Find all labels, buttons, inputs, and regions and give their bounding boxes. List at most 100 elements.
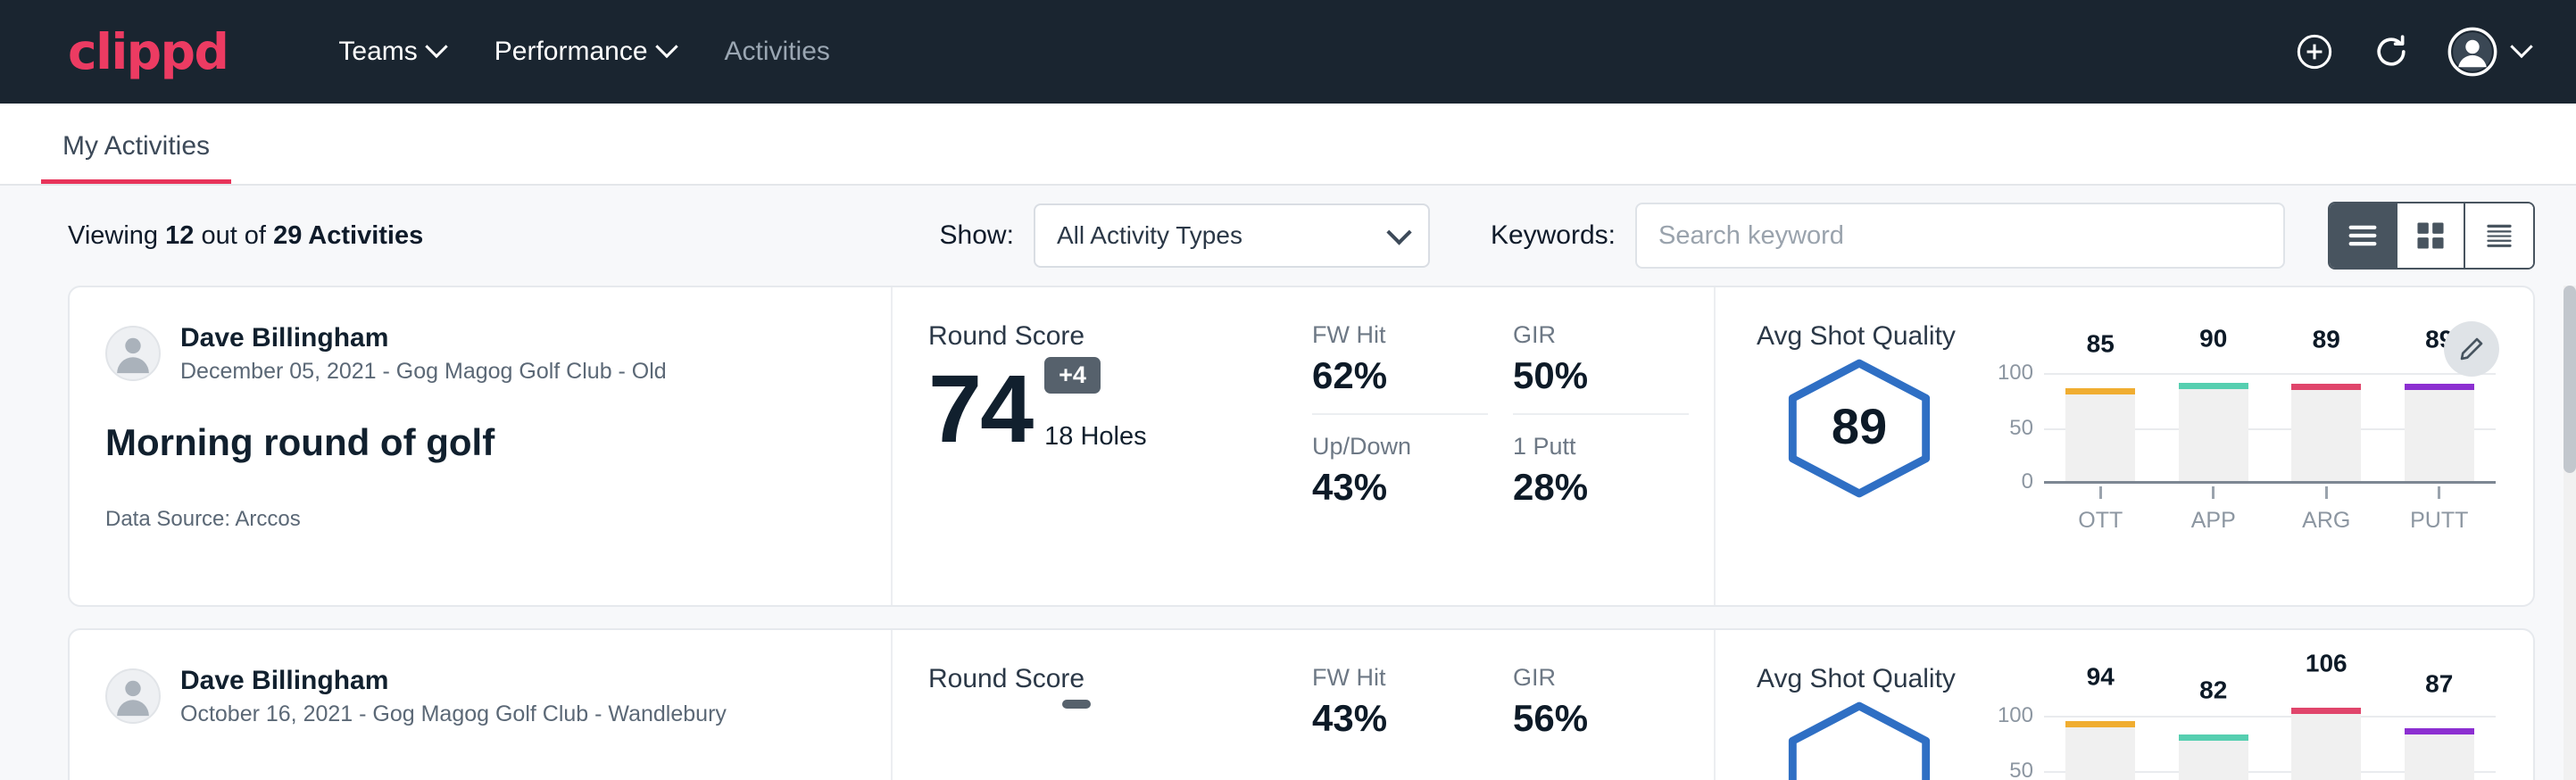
x-tick-label-app: APP [2191, 508, 2236, 534]
scrollbar-thumb[interactable] [2564, 286, 2576, 473]
avg-shot-quality-section: Avg Shot Quality 100 50 0 [1714, 630, 2533, 780]
chart-bars: 94 82 [2044, 700, 2496, 780]
y-tick-50: 50 [2009, 759, 2033, 780]
tab-my-activities[interactable]: My Activities [41, 131, 231, 184]
bar-slot-arg[interactable]: 89 [2270, 357, 2383, 481]
x-tick-label-putt: PUTT [2410, 508, 2468, 534]
nav-actions [2294, 27, 2530, 77]
keywords-group: Keywords: [1491, 203, 2285, 269]
chart-plot-area: 94 82 [2044, 700, 2496, 780]
main-nav-items: Teams Performance Activities [313, 37, 854, 67]
stat-divider [1312, 413, 1488, 415]
bar-cap-ott [2065, 388, 2135, 394]
edit-activity-button[interactable] [2444, 321, 2499, 377]
activity-title: Morning round of golf [105, 421, 855, 464]
round-score-extra: +4 18 Holes [1032, 357, 1146, 457]
y-tick-0: 0 [2022, 469, 2033, 494]
x-tick-label-arg: ARG [2302, 508, 2350, 534]
add-circle-icon[interactable] [2294, 31, 2335, 72]
avatar-icon [2447, 27, 2497, 77]
show-label: Show: [940, 220, 1014, 251]
toolbar-controls: Show: All Activity Types Keywords: [940, 202, 2535, 270]
stat-label-fw-hit: FW Hit [1312, 321, 1488, 349]
x-tick-arg: ARG [2270, 486, 2383, 534]
chevron-down-icon [425, 36, 447, 58]
viewing-count-text: Viewing 12 out of 29 Activities [68, 221, 423, 251]
bar-slot-ott[interactable]: 94 [2044, 700, 2157, 780]
bar-slot-putt[interactable]: 87 [2383, 700, 2497, 780]
stat-value-fw-hit: 62% [1312, 354, 1488, 397]
tick-mark [2099, 486, 2102, 499]
nav-item-teams-label: Teams [338, 37, 417, 67]
tick-mark [2212, 486, 2215, 499]
filter-toolbar: Viewing 12 out of 29 Activities Show: Al… [0, 186, 2576, 286]
compact-view-button[interactable] [2465, 203, 2533, 268]
bar-cap-putt [2405, 728, 2474, 734]
activity-card[interactable]: Dave Billingham December 05, 2021 - Gog … [68, 286, 2535, 607]
activity-summary: Dave Billingham October 16, 2021 - Gog M… [70, 630, 893, 780]
stat-column-right: GIR 50% 1 Putt 28% [1513, 321, 1714, 605]
page-scrollbar[interactable] [2564, 286, 2576, 780]
bar-arg [2291, 384, 2361, 481]
bar-label-putt: 87 [2425, 670, 2453, 699]
bar-slot-ott[interactable]: 85 [2044, 357, 2157, 481]
nav-item-performance[interactable]: Performance [469, 37, 700, 67]
bar-slot-app[interactable]: 82 [2157, 700, 2271, 780]
chart-axis-line [2044, 481, 2496, 484]
bar-cap-arg [2291, 708, 2361, 714]
tab-bar: My Activities [0, 104, 2576, 186]
view-mode-toggle-group [2328, 202, 2535, 270]
search-input[interactable] [1635, 203, 2285, 269]
round-score-value: 74 [928, 361, 1032, 457]
viewing-total: 29 Activities [273, 221, 423, 250]
bar-label-app: 82 [2199, 676, 2227, 705]
round-score-label: Round Score [928, 321, 1312, 352]
avg-shot-quality-section: Avg Shot Quality 89 100 50 0 [1714, 287, 2533, 605]
nav-item-performance-label: Performance [494, 37, 648, 67]
account-avatar[interactable] [2447, 27, 2530, 77]
stat-label-gir: GIR [1513, 321, 1689, 349]
nav-item-teams[interactable]: Teams [313, 37, 469, 67]
chart-y-axis: 100 50 0 [1978, 700, 2033, 780]
bar-label-app: 90 [2199, 325, 2227, 353]
bar-slot-app[interactable]: 90 [2157, 357, 2271, 481]
activity-type-select[interactable]: All Activity Types [1034, 203, 1430, 268]
avg-shot-quality-label: Avg Shot Quality [1757, 664, 2533, 694]
avg-shot-quality-label: Avg Shot Quality [1757, 321, 2533, 352]
holes-played: 18 Holes [1044, 422, 1146, 452]
chart-plot-area: 85 90 [2044, 357, 2496, 484]
keywords-label: Keywords: [1491, 220, 1616, 251]
stat-label-up-down: Up/Down [1312, 433, 1488, 461]
activity-meta: October 16, 2021 - Gog Magog Golf Club -… [180, 700, 727, 729]
shot-quality-bar-chart: 100 50 0 94 [1978, 700, 2496, 780]
nav-item-activities-label: Activities [725, 37, 830, 67]
activities-list: Dave Billingham December 05, 2021 - Gog … [0, 286, 2576, 780]
pencil-icon [2457, 335, 2486, 363]
activity-card[interactable]: Dave Billingham October 16, 2021 - Gog M… [68, 628, 2535, 780]
stat-value-fw-hit: 43% [1312, 697, 1488, 740]
stat-column-right: GIR 56% [1513, 664, 1714, 780]
x-tick-label-ott: OTT [2078, 508, 2123, 534]
chart-bars: 85 90 [2044, 357, 2496, 481]
nav-item-activities[interactable]: Activities [700, 37, 855, 67]
chevron-down-icon [655, 36, 677, 58]
player-name: Dave Billingham [180, 321, 667, 355]
bar-slot-arg[interactable]: 106 [2270, 700, 2383, 780]
bar-cap-arg [2291, 384, 2361, 390]
refresh-icon[interactable] [2371, 31, 2412, 72]
stat-label-fw-hit: FW Hit [1312, 664, 1488, 692]
round-score-label: Round Score [928, 664, 1312, 694]
stat-label-1-putt: 1 Putt [1513, 433, 1689, 461]
app-logo[interactable]: clippd [68, 23, 228, 80]
top-navigation-bar: clippd Teams Performance Activities [0, 0, 2576, 104]
viewing-middle: out of [201, 221, 266, 250]
shot-quality-bar-chart: 100 50 0 85 [1978, 357, 2496, 535]
viewing-prefix: Viewing [68, 221, 158, 250]
list-view-button[interactable] [2330, 203, 2397, 268]
viewing-count: 12 [165, 221, 194, 250]
quality-score-value [1757, 700, 1962, 780]
bar-putt [2405, 728, 2474, 780]
stat-value-up-down: 43% [1312, 466, 1488, 509]
round-score-extra [928, 700, 1091, 780]
grid-view-button[interactable] [2397, 203, 2465, 268]
